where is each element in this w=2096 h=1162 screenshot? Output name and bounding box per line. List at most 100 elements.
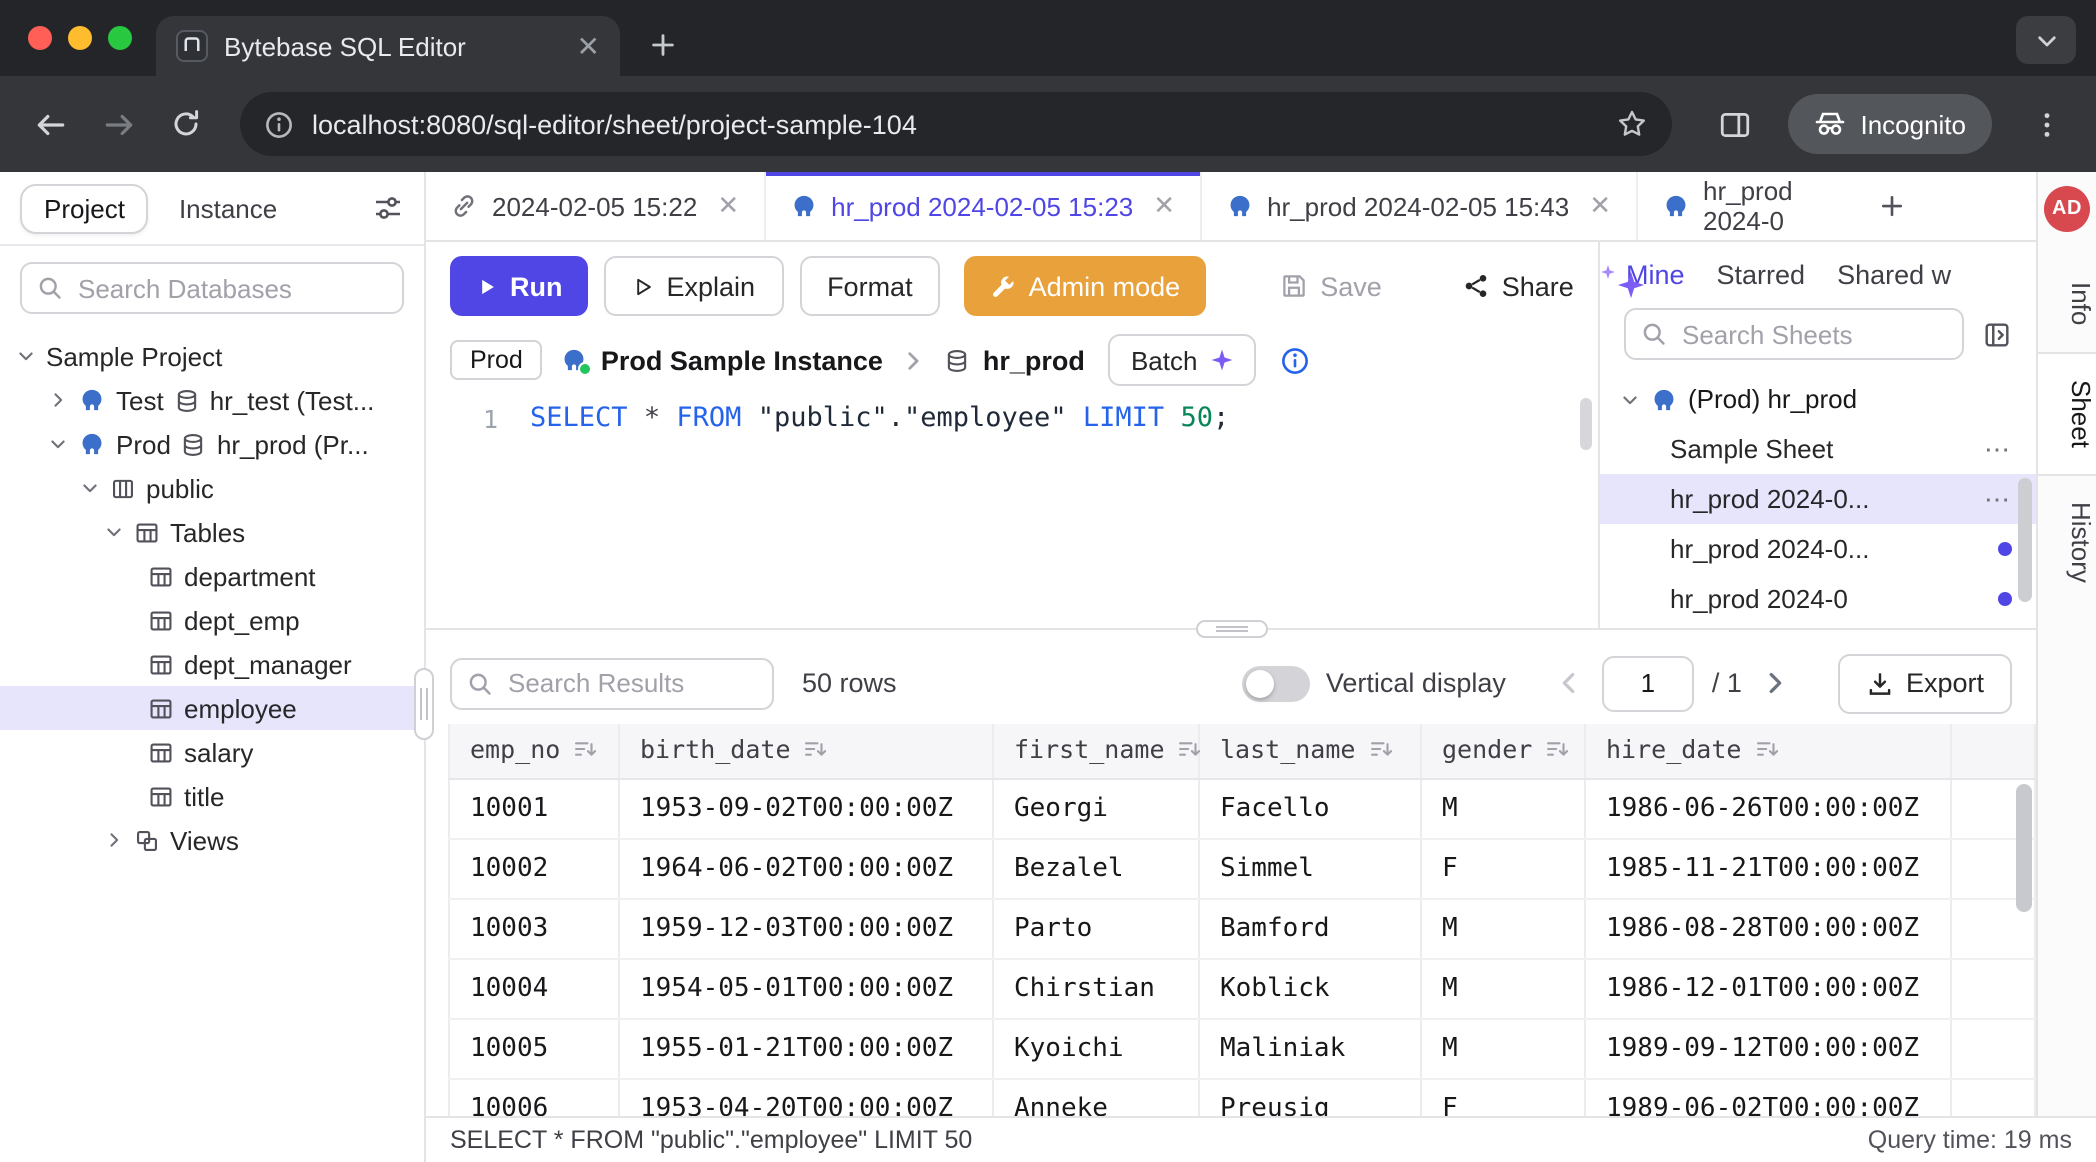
sort-icon[interactable] <box>1367 736 1393 768</box>
new-sheet-button[interactable] <box>1861 172 1921 240</box>
close-sheet-icon[interactable]: ✕ <box>1153 190 1175 222</box>
tab-starred[interactable]: Starred <box>1717 260 1806 290</box>
search-results-input[interactable] <box>450 657 774 709</box>
sheet-item-1-selected[interactable]: hr_prod 2024-0... ⋯ <box>1600 474 2036 524</box>
search-databases-input[interactable] <box>20 262 404 314</box>
chevron-down-icon[interactable] <box>104 522 124 542</box>
tab-info[interactable]: Info <box>2038 256 2096 351</box>
url-text[interactable]: localhost:8080/sql-editor/sheet/project-… <box>312 109 1598 139</box>
tree-item-title[interactable]: title <box>0 774 424 818</box>
sheet-group-prod-hr-prod[interactable]: (Prod) hr_prod <box>1600 374 2036 424</box>
admin-mode-button[interactable]: Admin mode <box>965 256 1207 316</box>
connection-info-icon[interactable] <box>1279 345 1309 375</box>
tab-shared[interactable]: Shared w <box>1837 260 1961 290</box>
previous-page-icon[interactable] <box>1554 668 1584 698</box>
search-sheets-input[interactable] <box>1624 308 1964 360</box>
sheet-tab-4[interactable]: hr_prod 2024-0 <box>1637 172 1861 240</box>
sheet-actions-ellipsis-icon[interactable]: ⋯ <box>1984 433 2012 465</box>
tree-item-views-group[interactable]: Views <box>0 818 424 862</box>
site-info-icon[interactable] <box>264 109 294 139</box>
reload-button[interactable] <box>156 94 216 154</box>
maximize-window-button[interactable] <box>108 26 132 50</box>
tab-history[interactable]: History <box>2038 475 2096 608</box>
filter-sliders-icon[interactable] <box>372 192 404 224</box>
chevron-right-icon[interactable] <box>48 390 68 410</box>
sort-icon[interactable] <box>1177 736 1203 768</box>
avatar[interactable]: AD <box>2044 186 2090 232</box>
sheet-tab-2-active[interactable]: hr_prod 2024-02-05 15:23 ✕ <box>765 172 1201 240</box>
chevron-down-icon[interactable] <box>1620 389 1640 409</box>
open-sheets-panel-icon[interactable] <box>1982 319 2012 349</box>
tree-item-sample-project[interactable]: Sample Project <box>0 334 424 378</box>
sql-editor[interactable]: 1 SELECT * FROM "public"."employee" LIMI… <box>426 390 1598 628</box>
sort-icon[interactable] <box>1753 736 1779 768</box>
tab-project[interactable]: Project <box>20 183 149 233</box>
instance-selector[interactable]: Prod Sample Instance <box>561 345 883 375</box>
tree-item-dept-emp[interactable]: dept_emp <box>0 598 424 642</box>
database-selector[interactable]: hr_prod <box>945 345 1085 375</box>
panel-splitter[interactable] <box>426 628 2036 642</box>
sheet-item-2[interactable]: hr_prod 2024-0... <box>1600 524 2036 574</box>
browser-menu-kebab-icon[interactable] <box>2016 94 2076 154</box>
close-tab-icon[interactable]: ✕ <box>577 32 600 60</box>
column-header-birth-date[interactable]: birth_date <box>619 724 993 778</box>
close-sheet-icon[interactable]: ✕ <box>717 190 739 222</box>
close-window-button[interactable] <box>28 26 52 50</box>
tab-search-chevron-button[interactable] <box>2016 16 2076 64</box>
sheets-scrollbar[interactable] <box>2018 478 2032 602</box>
share-button[interactable]: Share <box>1436 256 1600 316</box>
vertical-display-toggle[interactable] <box>1242 665 1310 701</box>
sort-icon[interactable] <box>803 736 829 768</box>
tree-item-dept-manager[interactable]: dept_manager <box>0 642 424 686</box>
new-tab-button[interactable] <box>636 18 688 70</box>
bookmark-star-icon[interactable] <box>1616 108 1648 140</box>
chevron-right-icon[interactable] <box>104 830 124 850</box>
cell-filler <box>1951 1018 2035 1078</box>
tab-instance[interactable]: Instance <box>179 193 277 223</box>
sheet-actions-ellipsis-icon[interactable]: ⋯ <box>1984 483 2012 515</box>
chevron-down-icon[interactable] <box>80 478 100 498</box>
chevron-down-icon[interactable] <box>16 346 36 366</box>
run-button[interactable]: Run <box>450 256 589 316</box>
tree-item-salary[interactable]: salary <box>0 730 424 774</box>
environment-chip[interactable]: Prod <box>450 340 543 380</box>
column-header-hire-date[interactable]: hire_date <box>1585 724 1951 778</box>
close-sheet-icon[interactable]: ✕ <box>1589 190 1611 222</box>
splitter-drag-handle[interactable] <box>1195 620 1267 638</box>
tree-item-test-env[interactable]: Test hr_test (Test... <box>0 378 424 422</box>
batch-button[interactable]: Batch <box>1109 334 1256 386</box>
sql-code-line[interactable]: SELECT * FROM "public"."employee" LIMIT … <box>530 402 1229 434</box>
tree-item-public-schema[interactable]: public <box>0 466 424 510</box>
column-header-gender[interactable]: gender <box>1421 724 1585 778</box>
explain-button[interactable]: Explain <box>605 256 784 316</box>
sheet-tab-3[interactable]: hr_prod 2024-02-05 15:43 ✕ <box>1201 172 1637 240</box>
editor-scrollbar[interactable] <box>1580 398 1592 450</box>
sidebar-resize-handle[interactable] <box>414 668 434 740</box>
page-number-input[interactable] <box>1602 655 1694 711</box>
sheet-item-0[interactable]: Sample Sheet ⋯ <box>1600 424 2036 474</box>
tree-item-prod-env[interactable]: Prod hr_prod (Pr... <box>0 422 424 466</box>
results-scrollbar[interactable] <box>2016 784 2032 912</box>
forward-button[interactable] <box>88 94 148 154</box>
tree-item-department[interactable]: department <box>0 554 424 598</box>
sheet-tab-1[interactable]: 2024-02-05 15:22 ✕ <box>426 172 765 240</box>
column-header-emp-no[interactable]: emp_no <box>449 724 619 778</box>
column-header-first-name[interactable]: first_name <box>993 724 1199 778</box>
minimize-window-button[interactable] <box>68 26 92 50</box>
tab-sheet[interactable]: Sheet <box>2038 351 2096 475</box>
back-button[interactable] <box>20 94 80 154</box>
export-button[interactable]: Export <box>1838 653 2012 713</box>
sort-icon[interactable] <box>1544 736 1570 768</box>
column-header-last-name[interactable]: last_name <box>1199 724 1421 778</box>
tree-item-tables-group[interactable]: Tables <box>0 510 424 554</box>
format-button[interactable]: Format <box>799 256 941 316</box>
save-button[interactable]: Save <box>1254 256 1408 316</box>
chevron-down-icon[interactable] <box>48 434 68 454</box>
sheet-item-3[interactable]: hr_prod 2024-0 <box>1600 574 2036 624</box>
browser-tab[interactable]: Bytebase SQL Editor ✕ <box>156 16 620 76</box>
next-page-icon[interactable] <box>1760 668 1790 698</box>
address-bar[interactable]: localhost:8080/sql-editor/sheet/project-… <box>240 92 1672 156</box>
side-panel-icon[interactable] <box>1704 94 1764 154</box>
sort-icon[interactable] <box>572 736 598 768</box>
tree-item-employee[interactable]: employee <box>0 686 424 730</box>
